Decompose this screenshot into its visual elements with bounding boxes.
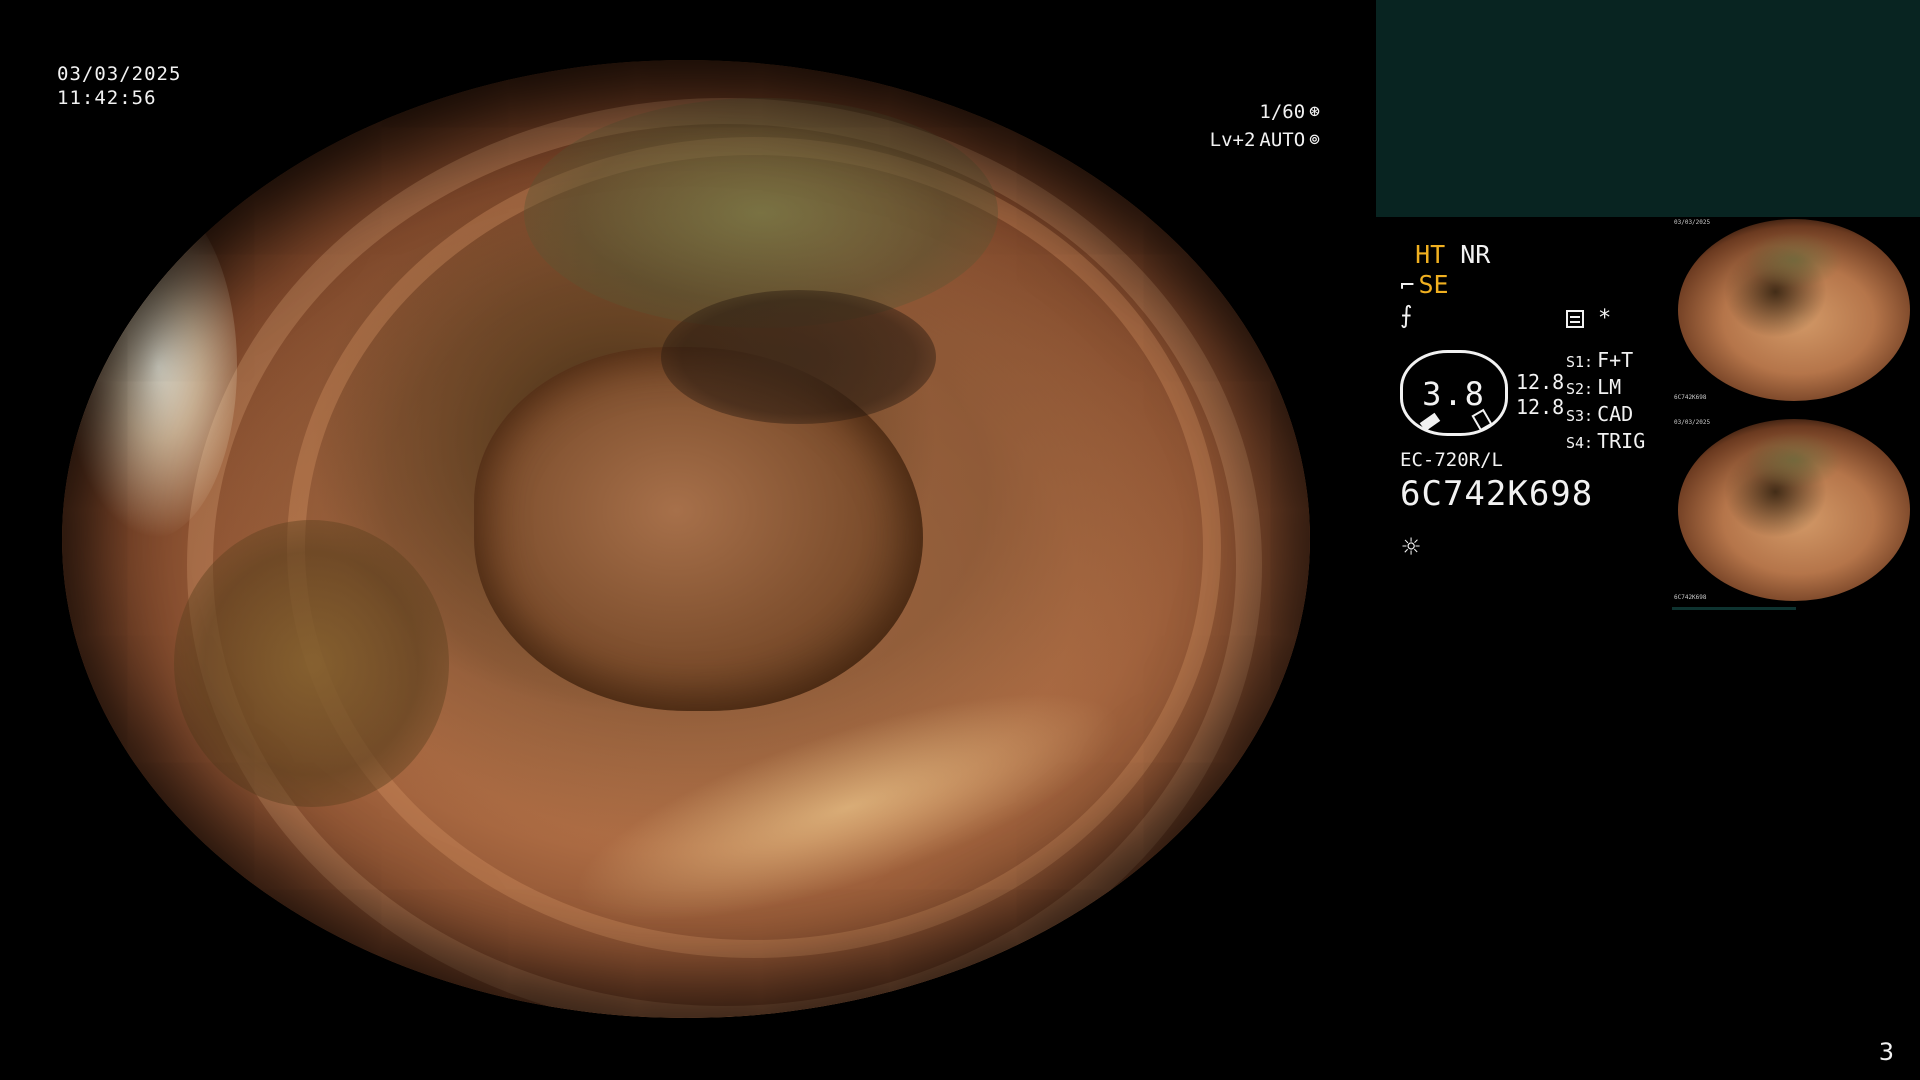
thumbnail-1[interactable]: 03/03/2025 6C742K698	[1672, 217, 1916, 403]
dial-value: 3.8	[1422, 375, 1486, 413]
switch-row-4: S4: TRIG	[1566, 429, 1645, 456]
switch-value-4: TRIG	[1597, 429, 1646, 453]
thumbnail-underline	[1672, 607, 1796, 610]
endoscopy-screen: 03/03/2025 11:42:56 1/60 ⊛ Lv+2 AUTO ⊚ H…	[0, 0, 1920, 1080]
vignette	[62, 60, 1310, 1018]
structure-enhance-icon: ⌐	[1400, 271, 1415, 299]
mode-info: HT NR ⌐ SE ⨍ 3.8 12.8 12.8	[1400, 240, 1660, 436]
shutter-text: 1/60	[1259, 101, 1306, 123]
exposure-display: 1/60 ⊛ Lv+2 AUTO ⊚	[1210, 98, 1320, 154]
scope-serial: 6C742K698	[1400, 474, 1594, 514]
dial-readout-2: 12.8	[1516, 395, 1565, 419]
switch-key-4: S4:	[1566, 434, 1594, 452]
light-source-icon: ☼	[1402, 530, 1421, 565]
exposure-line: Lv+2 AUTO ⊚	[1210, 126, 1320, 154]
switch-key-1: S1:	[1566, 353, 1594, 371]
switch-row-3: S3: CAD	[1566, 402, 1645, 429]
aperture-icon: ⊛	[1309, 101, 1320, 122]
switch-icons: *	[1566, 306, 1611, 331]
thumbnail-2-date: 03/03/2025	[1674, 419, 1711, 426]
thumbnail-1-residue	[1745, 231, 1843, 288]
page-number: 3	[1878, 1038, 1894, 1066]
time-text: 11:42:56	[57, 87, 157, 109]
switch-value-2: LM	[1597, 375, 1622, 399]
se-row: ⌐ SE	[1400, 270, 1660, 300]
dial-readouts: 12.8 12.8	[1516, 370, 1564, 420]
endoscope-live-view	[62, 60, 1310, 1018]
shutter-line: 1/60 ⊛	[1210, 98, 1320, 126]
switch-value-1: F+T	[1597, 348, 1634, 372]
thumbnail-2-serial: 6C742K698	[1674, 594, 1707, 601]
switch-assignments: S1: F+T S2: LM S3: CAD S4: TRIG	[1566, 348, 1645, 456]
dial-readout-1: 12.8	[1516, 370, 1565, 394]
datetime-display: 03/03/2025 11:42:56	[57, 62, 181, 110]
exposure-level-text: Lv+2	[1209, 129, 1256, 151]
freeze-icon: ⨍	[1400, 301, 1413, 329]
asterisk-icon: *	[1598, 306, 1612, 331]
nr-label: NR	[1460, 240, 1491, 269]
ht-label: HT	[1415, 240, 1446, 269]
exposure-mode-text: AUTO	[1259, 129, 1306, 151]
switch-key-3: S3:	[1566, 407, 1594, 425]
thumbnail-1-serial: 6C742K698	[1674, 394, 1707, 401]
switch-key-2: S2:	[1566, 380, 1594, 398]
thumbnail-1-date: 03/03/2025	[1674, 219, 1711, 226]
date-text: 03/03/2025	[57, 63, 182, 85]
teal-info-panel	[1376, 0, 1920, 217]
thumbnail-2[interactable]: 03/03/2025 6C742K698	[1672, 417, 1916, 603]
ht-nr-row: HT NR	[1400, 240, 1660, 270]
memo-icon	[1566, 310, 1584, 328]
dial-left-marker	[1419, 412, 1441, 432]
switch-row-2: S2: LM	[1566, 375, 1645, 402]
zoom-dial: 3.8	[1400, 350, 1508, 436]
scope-model: EC-720R/L	[1400, 449, 1503, 471]
switch-value-3: CAD	[1597, 402, 1634, 426]
iris-icon: ⊚	[1309, 129, 1320, 150]
se-label: SE	[1418, 270, 1449, 299]
freeze-row: ⨍	[1400, 300, 1660, 330]
zoom-dial-wrap: 3.8	[1400, 350, 1508, 436]
switch-row-1: S1: F+T	[1566, 348, 1645, 375]
thumbnail-2-residue	[1745, 431, 1843, 488]
